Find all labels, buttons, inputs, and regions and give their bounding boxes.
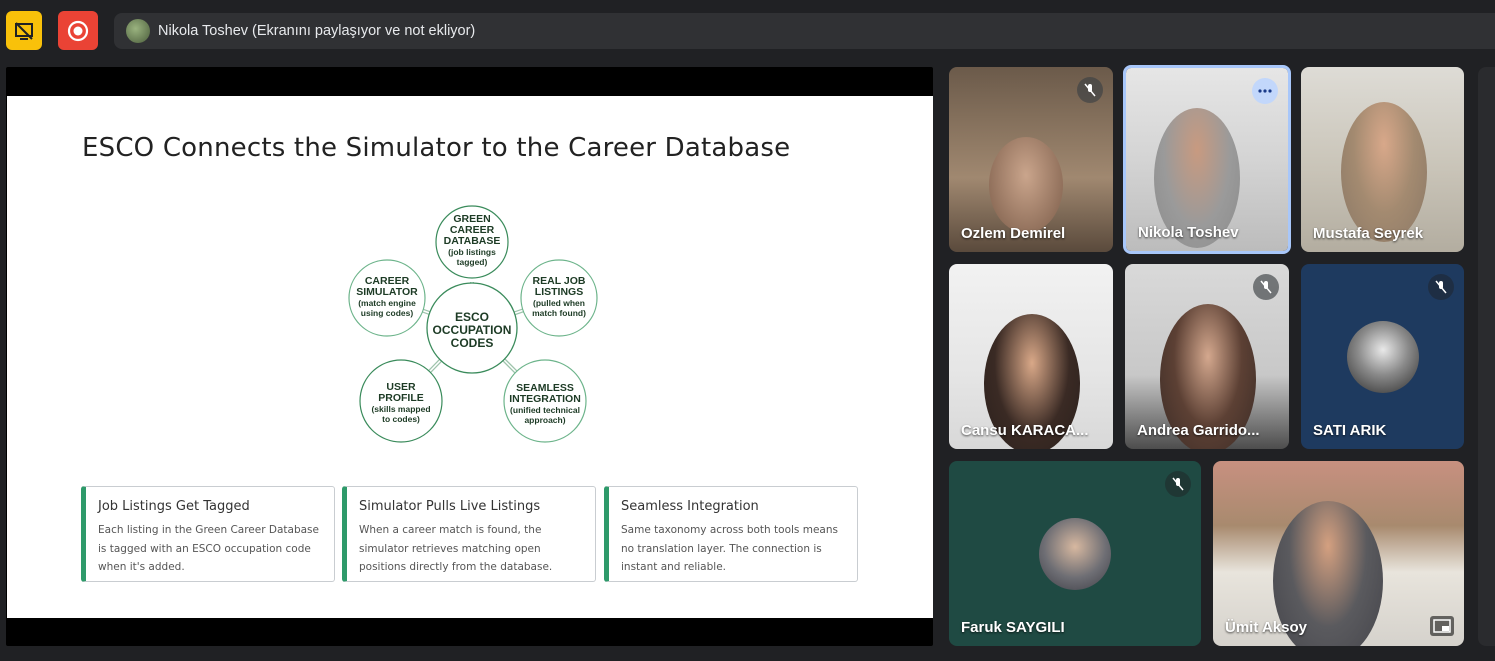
side-panel-edge[interactable] bbox=[1478, 67, 1495, 646]
node-sub: using codes) bbox=[361, 308, 414, 318]
more-icon bbox=[1258, 89, 1272, 93]
participant-name: Nikola Toshev bbox=[1138, 224, 1239, 241]
node-sub: approach) bbox=[524, 415, 565, 425]
more-options-button[interactable] bbox=[1252, 78, 1278, 104]
presenter-avatar bbox=[126, 19, 150, 43]
present-off-icon bbox=[15, 21, 33, 40]
esco-diagram: ESCO OCCUPATION CODES GREEN CAREER DATAB… bbox=[337, 204, 607, 454]
stop-presenting-button[interactable] bbox=[6, 11, 42, 50]
participant-name: Ozlem Demirel bbox=[961, 225, 1066, 242]
mic-off-icon bbox=[1428, 274, 1454, 300]
info-card-simulator: Simulator Pulls Live Listings When a car… bbox=[342, 486, 596, 582]
participant-name: Cansu KARACA... bbox=[961, 422, 1089, 439]
node-sub: (job listings bbox=[448, 247, 496, 257]
participant-tile-andrea[interactable]: Andrea Garrido... bbox=[1125, 264, 1289, 449]
participant-tile-cansu[interactable]: Cansu KARACA... bbox=[949, 264, 1113, 449]
card-title: Seamless Integration bbox=[621, 499, 759, 514]
center-label-2: OCCUPATION bbox=[433, 323, 512, 337]
recording-button[interactable] bbox=[58, 11, 98, 50]
card-title: Job Listings Get Tagged bbox=[98, 499, 250, 514]
participant-figure bbox=[1341, 102, 1427, 242]
participant-name: SATI ARIK bbox=[1313, 422, 1387, 439]
presenter-status: Nikola Toshev (Ekranını paylaşıyor ve no… bbox=[158, 23, 476, 39]
participant-name: Faruk SAYGILI bbox=[961, 619, 1065, 636]
node-sub: tagged) bbox=[457, 257, 488, 267]
node-sub: to codes) bbox=[382, 414, 420, 424]
node-label: INTEGRATION bbox=[509, 393, 581, 405]
record-icon bbox=[67, 20, 89, 41]
picture-in-picture-icon[interactable] bbox=[1430, 616, 1454, 636]
card-text: When a career match is found, the simulat… bbox=[359, 524, 553, 573]
card-text: Each listing in the Green Career Databas… bbox=[98, 524, 319, 573]
participant-name: Ümit Aksoy bbox=[1225, 619, 1307, 636]
participant-name: Andrea Garrido... bbox=[1137, 422, 1260, 439]
node-sub: (unified technical bbox=[510, 405, 580, 415]
node-label: DATABASE bbox=[444, 235, 501, 247]
info-card-integration: Seamless Integration Same taxonomy acros… bbox=[604, 486, 858, 582]
participant-tile-nikola[interactable]: Nikola Toshev bbox=[1123, 65, 1291, 254]
node-label: SIMULATOR bbox=[356, 286, 418, 298]
avatar bbox=[1039, 518, 1111, 590]
participant-figure bbox=[989, 137, 1063, 233]
node-label: PROFILE bbox=[378, 392, 424, 404]
presentation-slide: ESCO Connects the Simulator to the Caree… bbox=[7, 96, 933, 618]
top-bar: Nikola Toshev (Ekranını paylaşıyor ve no… bbox=[0, 0, 1495, 62]
card-title: Simulator Pulls Live Listings bbox=[359, 499, 541, 514]
node-label: LISTINGS bbox=[535, 286, 583, 298]
participant-name: Mustafa Seyrek bbox=[1313, 225, 1424, 242]
avatar bbox=[1347, 321, 1419, 393]
slide-title: ESCO Connects the Simulator to the Caree… bbox=[82, 133, 791, 163]
card-text: Same taxonomy across both tools means no … bbox=[621, 524, 838, 573]
participant-tile-sati[interactable]: SATI ARIK bbox=[1301, 264, 1464, 449]
presenter-banner[interactable]: Nikola Toshev (Ekranını paylaşıyor ve no… bbox=[114, 13, 1495, 49]
participant-tile-ozlem[interactable]: Ozlem Demirel bbox=[949, 67, 1113, 252]
node-sub: (skills mapped bbox=[371, 404, 430, 414]
participant-tile-faruk[interactable]: Faruk SAYGILI bbox=[949, 461, 1201, 646]
center-label-1: ESCO bbox=[455, 310, 489, 324]
node-sub: match found) bbox=[532, 308, 586, 318]
participant-tile-mustafa[interactable]: Mustafa Seyrek bbox=[1301, 67, 1464, 252]
node-sub: (pulled when bbox=[533, 298, 585, 308]
mic-off-icon bbox=[1253, 274, 1279, 300]
mic-off-icon bbox=[1077, 77, 1103, 103]
mic-off-icon bbox=[1165, 471, 1191, 497]
participant-tile-umit[interactable]: Ümit Aksoy bbox=[1213, 461, 1464, 646]
info-card-job-listings: Job Listings Get Tagged Each listing in … bbox=[81, 486, 335, 582]
node-sub: (match engine bbox=[358, 298, 416, 308]
center-label-3: CODES bbox=[451, 336, 494, 350]
